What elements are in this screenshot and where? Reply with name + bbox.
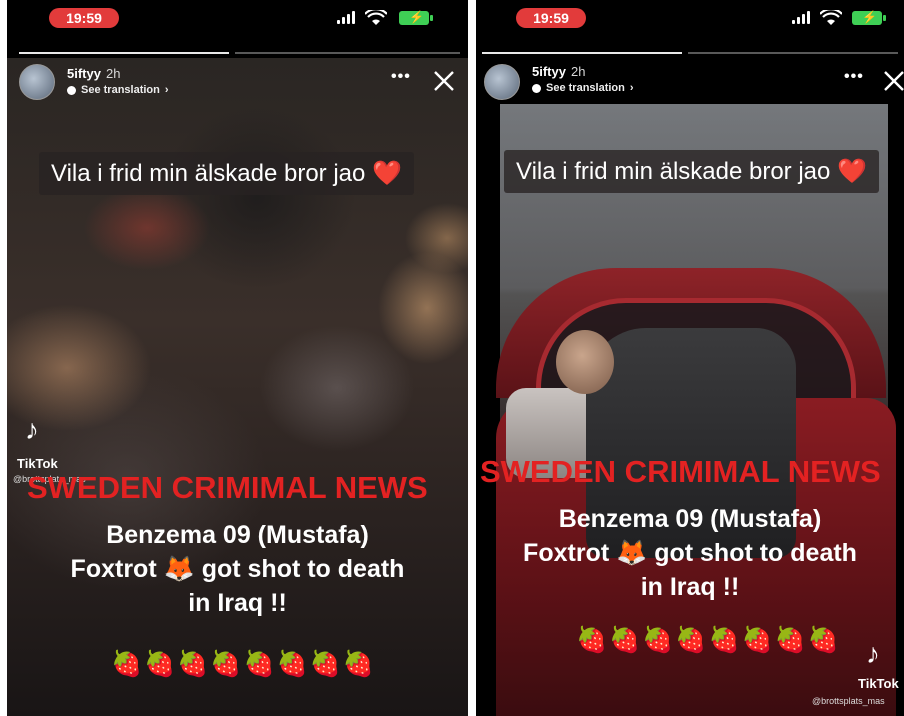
translate-icon bbox=[67, 85, 76, 95]
fox-emoji: 🦊 bbox=[616, 539, 648, 567]
story-progress-segment bbox=[19, 52, 229, 54]
story-content[interactable]: 5iftyy 2h See translation › ••• Vila i fri… bbox=[7, 58, 468, 716]
wifi-icon bbox=[820, 10, 842, 25]
more-dots-icon[interactable]: ••• bbox=[844, 68, 864, 86]
overlay-line-1: Benzema 09 (Mustafa) bbox=[106, 521, 369, 549]
watermark-text: SWEDEN CRIMIMAL NEWS bbox=[480, 454, 881, 489]
see-translation-link[interactable]: See translation › bbox=[532, 82, 634, 94]
close-icon[interactable] bbox=[432, 69, 456, 93]
translate-icon bbox=[532, 83, 541, 93]
story-caption: Vila i frid min älskade bror jao ❤️ bbox=[39, 152, 414, 195]
chevron-right-icon: › bbox=[629, 82, 634, 94]
story-header: 5iftyy 2h See translation › ••• bbox=[7, 58, 468, 110]
strawberry-emojis: 🍓🍓🍓🍓🍓🍓🍓🍓 bbox=[111, 650, 377, 678]
overlay-line-2: Foxtrot 🦊 got shot to death bbox=[523, 539, 857, 567]
chevron-right-icon: › bbox=[164, 84, 169, 96]
cellular-signal-icon bbox=[792, 11, 810, 24]
status-time: 19:59 bbox=[49, 8, 119, 28]
story-overlay-text: Benzema 09 (Mustafa) Foxtrot 🦊 got shot … bbox=[7, 518, 468, 620]
wifi-icon bbox=[365, 10, 387, 25]
story-header: 5iftyy 2h See translation › ••• bbox=[476, 58, 904, 110]
cellular-signal-icon bbox=[337, 11, 355, 24]
story-screenshot-left: 19:59 ⚡ 5iftyy2h See translation› ••• bbox=[7, 0, 468, 716]
more-dots-icon[interactable]: ••• bbox=[391, 68, 411, 86]
tiktok-name: TikTok bbox=[17, 456, 58, 471]
username[interactable]: 5iftyy 2h bbox=[67, 66, 120, 81]
story-progress-segment bbox=[688, 52, 898, 54]
battery-icon: ⚡ bbox=[399, 10, 433, 25]
battery-icon: ⚡ bbox=[852, 10, 886, 25]
post-age: 2h bbox=[570, 64, 586, 79]
overlay-line-1: Benzema 09 (Mustafa) bbox=[558, 505, 822, 533]
avatar[interactable] bbox=[19, 64, 55, 100]
status-time: 19:59 bbox=[516, 8, 586, 28]
post-age: 2h bbox=[105, 66, 121, 81]
figure-head bbox=[556, 330, 614, 394]
see-translation-link[interactable]: See translation › bbox=[67, 84, 169, 96]
overlay-line-2: Foxtrot 🦊 got shot to death bbox=[70, 555, 405, 583]
story-progress-segment bbox=[235, 52, 460, 54]
story-content[interactable]: 5iftyy 2h See translation › ••• Vila i fri… bbox=[476, 58, 904, 716]
overlay-line-3: in Iraq !! bbox=[640, 573, 740, 601]
tiktok-handle: @brottsplats_mas bbox=[812, 696, 885, 706]
heart-emoji: ❤️ bbox=[372, 160, 402, 187]
username[interactable]: 5iftyy 2h bbox=[532, 64, 585, 79]
tiktok-logo-icon: ♪ bbox=[866, 638, 880, 669]
tiktok-name: TikTok bbox=[858, 676, 899, 691]
overlay-line-3: in Iraq !! bbox=[188, 589, 287, 617]
heart-emoji: ❤️ bbox=[837, 158, 867, 185]
close-icon[interactable] bbox=[882, 69, 904, 93]
avatar[interactable] bbox=[484, 64, 520, 100]
watermark-text: SWEDEN CRIMIMAL NEWS bbox=[27, 470, 428, 505]
fox-emoji: 🦊 bbox=[163, 555, 195, 583]
story-screenshot-right: 19:59 ⚡ 5iftyy 2h See translation › ••• … bbox=[476, 0, 904, 716]
story-progress-segment bbox=[482, 52, 682, 54]
story-overlay-text: Benzema 09 (Mustafa) Foxtrot 🦊 got shot … bbox=[476, 502, 904, 604]
status-bar: 19:59 ⚡ bbox=[476, 0, 904, 34]
story-caption: Vila i frid min älskade bror jao ❤️ bbox=[504, 150, 879, 193]
tiktok-logo-icon: ♪ bbox=[25, 414, 39, 445]
status-bar: 19:59 ⚡ bbox=[7, 0, 468, 34]
strawberry-emojis: 🍓🍓🍓🍓🍓🍓🍓🍓 bbox=[576, 626, 842, 654]
